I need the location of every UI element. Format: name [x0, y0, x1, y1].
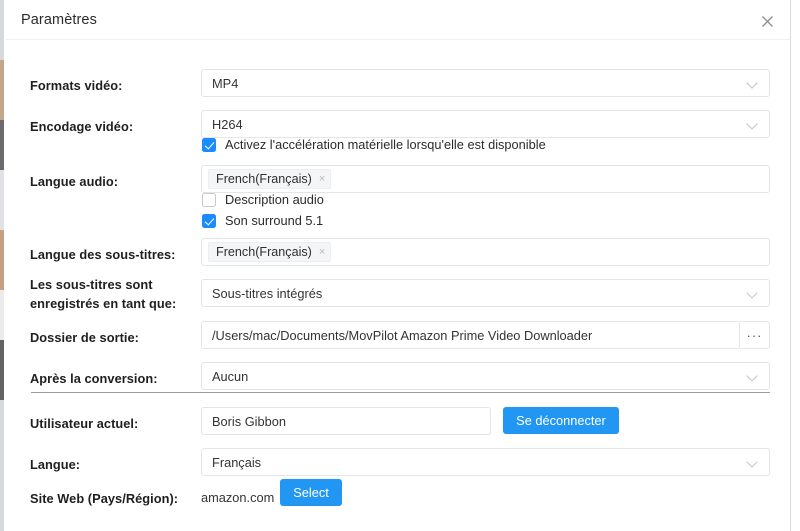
hardware-acceleration-label: Activez l'accélération matérielle lorsqu… [225, 137, 546, 152]
video-encoding-value: H264 [212, 116, 243, 132]
close-icon[interactable] [754, 8, 780, 34]
audio-language-tag-label: French(Français) [216, 172, 312, 186]
after-conversion-select[interactable]: Aucun [201, 362, 770, 390]
hardware-acceleration-checkbox[interactable]: Activez l'accélération matérielle lorsqu… [202, 137, 546, 152]
audio-description-checkbox[interactable]: Description audio [202, 192, 324, 207]
remove-tag-icon[interactable]: × [319, 173, 325, 185]
subtitle-saved-as-value: Sous-titres intégrés [212, 285, 323, 301]
page-title: Paramètres [21, 12, 97, 28]
browse-folder-button[interactable]: ··· [740, 321, 770, 349]
subtitle-language-select[interactable]: French(Français) × [201, 238, 770, 266]
label-language: Langue: [30, 457, 81, 472]
video-format-select[interactable]: MP4 [201, 69, 770, 97]
video-format-value: MP4 [212, 75, 239, 91]
label-subtitle-language: Langue des sous-titres: [30, 247, 176, 262]
label-subtitle-saved-as-line1: Les sous-titres sont [30, 277, 153, 292]
video-encoding-select[interactable]: H264 [201, 110, 770, 138]
dialog-header: Paramètres [6, 0, 790, 40]
label-after-conversion: Après la conversion: [30, 371, 158, 386]
logout-button[interactable]: Se déconnecter [503, 407, 619, 434]
output-folder-value: /Users/mac/Documents/MovPilot Amazon Pri… [212, 327, 593, 343]
surround-sound-checkbox[interactable]: Son surround 5.1 [202, 213, 323, 228]
settings-dialog: Paramètres Formats vidéo: MP4 Encodage v… [0, 0, 800, 531]
language-select[interactable]: Français [201, 448, 770, 476]
label-video-formats: Formats vidéo: [30, 78, 123, 93]
after-conversion-value: Aucun [212, 368, 249, 384]
subtitle-language-tag-label: French(Français) [216, 245, 312, 259]
subtitle-saved-as-select[interactable]: Sous-titres intégrés [201, 279, 770, 307]
settings-form: Formats vidéo: MP4 Encodage vidéo: H264 … [6, 41, 790, 531]
checkbox-box-icon [202, 192, 216, 207]
label-subtitle-saved-as-line2: enregistrés en tant que: [30, 296, 177, 311]
chevron-down-icon [747, 370, 759, 382]
chevron-down-icon [747, 287, 759, 299]
website-region-value: amazon.com [201, 490, 275, 505]
label-video-encoding: Encodage vidéo: [30, 119, 134, 134]
window-right-edge [790, 0, 800, 531]
output-folder-input[interactable]: /Users/mac/Documents/MovPilot Amazon Pri… [201, 321, 740, 349]
remove-tag-icon[interactable]: × [319, 246, 325, 258]
label-current-user: Utilisateur actuel: [30, 416, 139, 431]
current-user-input[interactable]: Boris Gibbon [201, 407, 491, 435]
chevron-down-icon [747, 77, 759, 89]
select-region-button[interactable]: Select [280, 479, 342, 506]
language-value: Français [212, 454, 262, 470]
label-output-folder: Dossier de sortie: [30, 330, 139, 345]
surround-sound-label: Son surround 5.1 [225, 213, 324, 228]
chevron-down-icon [747, 118, 759, 130]
label-website-region: Site Web (Pays/Région): [30, 491, 179, 506]
audio-language-select[interactable]: French(Français) × [201, 165, 770, 193]
section-divider [31, 392, 770, 393]
current-user-value: Boris Gibbon [212, 413, 286, 429]
subtitle-language-tag[interactable]: French(Français) × [208, 242, 332, 262]
checkbox-box-checked-icon [202, 137, 216, 152]
checkbox-box-checked-icon [202, 213, 216, 228]
label-audio-language: Langue audio: [30, 174, 119, 189]
audio-language-tag[interactable]: French(Français) × [208, 169, 332, 189]
audio-description-label: Description audio [225, 192, 324, 207]
chevron-down-icon [747, 456, 759, 468]
